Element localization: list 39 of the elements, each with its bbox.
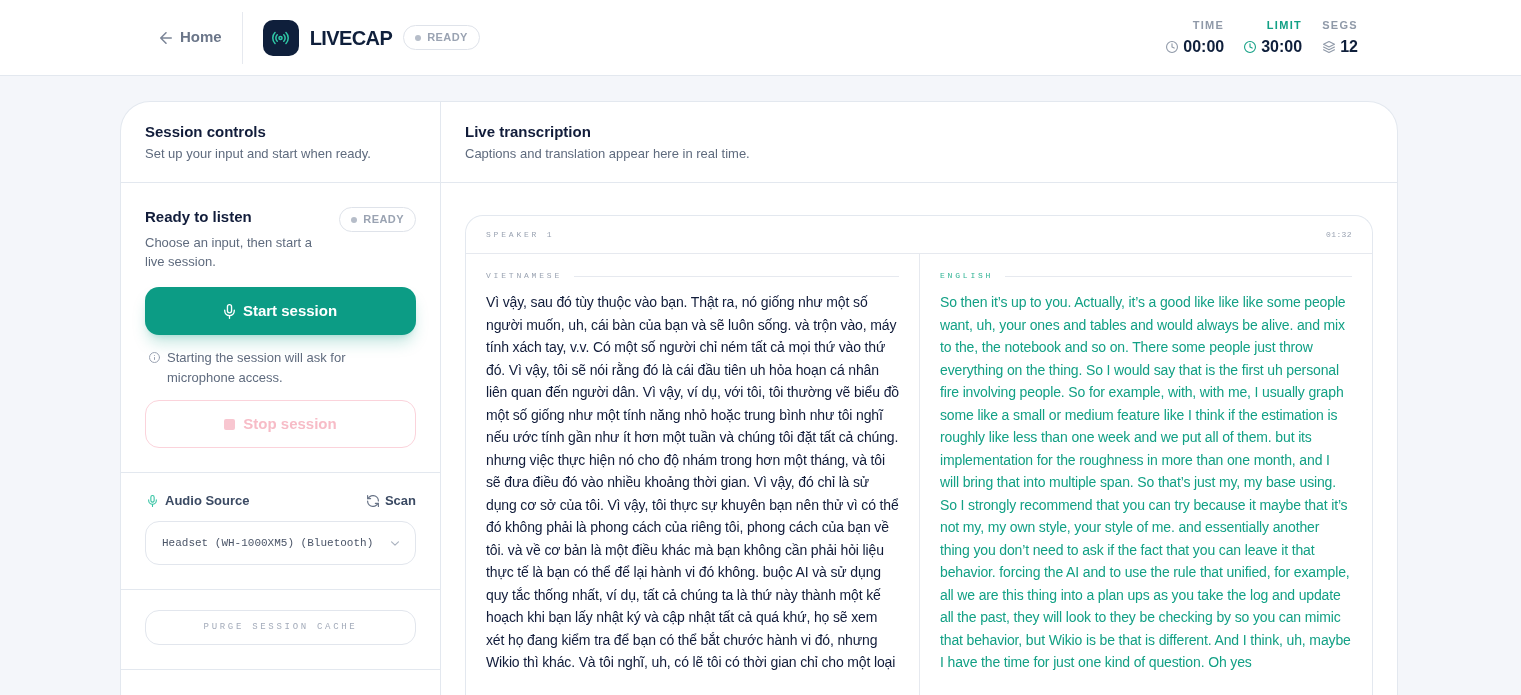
stat-label: LIMIT xyxy=(1266,18,1303,32)
stat-label: TIME xyxy=(1192,18,1225,32)
app-name: LIVECAP xyxy=(309,25,393,51)
stat-value: 00:00 xyxy=(1183,36,1225,57)
microphone-icon xyxy=(148,495,157,507)
stat-value: 30:00 xyxy=(1261,36,1303,57)
clock-icon xyxy=(1166,40,1179,53)
notice-text: Starting the session will ask for microphone access. xyxy=(167,349,347,387)
arrow-left-icon xyxy=(160,31,172,44)
panel-subtitle: Captions and translation appear here in real time. xyxy=(465,145,751,163)
status-description: Choose an input, then start a live session. xyxy=(145,234,313,271)
audio-source-select[interactable]: Headset (WH-1000XM5) (Bluetooth) xyxy=(145,521,416,565)
language-label: VIETNAMESE xyxy=(486,271,562,281)
status-text: READY xyxy=(427,32,468,43)
transcript-text: Vì vậy, sau đó tùy thuộc vào bạn. Thật ra, nó giống như một số người muốn, uh, cái bàn của bạn và sẽ luôn sống. và trộn vào, máy tính xách tay, v.v. Có một số người chỉ ném tất cả mọi thứ vào thứ đó. Vì vậy, tôi sẽ nói rằng đó là cái đầu tiên uh hỏa hoạn cá nhân liên quan đến người dân. Vì vậy, ví dụ, với tôi, tôi thường vẽ biểu đồ một số giống như một tính năng nhỏ hoặc trung bình như tôi nghĩ nếu ước tính gần như ít hơn một tuần và chúng tôi đặt tất cả chúng. nhưng việc thực hiện nó cho độ nhám trong hơn một tháng, và tôi sẽ đưa điều đó vào nhiều khoảng thời gian. Vì vậy, đó chỉ là sử dụng cơ sở của tôi. Vì vậy, tôi thực sự khuyên bạn nên thử vì có thể đó không phải là phong cách của riêng tôi, phong cách của bạn về tôi. và về cơ bản là một điều khác mà bạn không cần phải hỏi liệu thực tế là bạn có thể để lại hành vi đó không. buộc AI và sử dụng quy tắc thống nhất, ví dụ, tất cả chúng ta là thứ này thành một kế hoạch khi bạn lấy nhật ký và cập nhật tất cả quá khứ, họ sẽ xem xét họ đang kiểm tra để bạn có thể bắt chước hành vi đó, nhưng Wikio thì khác. Và tôi nghĩ, uh, có lẽ tôi có thời gian chỉ cho một loại xyxy=(486,293,899,672)
speaker-label: SPEAKER 1 xyxy=(486,228,555,241)
purge-cache-button[interactable]: PURGE SESSION CACHE xyxy=(145,610,416,645)
language-label: ENGLISH xyxy=(940,271,994,281)
start-session-button[interactable]: Start session xyxy=(145,287,416,335)
info-icon xyxy=(149,352,160,363)
status-title: Ready to listen xyxy=(145,207,253,227)
chevron-down-icon xyxy=(391,540,399,546)
panel-title: Live transcription xyxy=(465,122,592,142)
home-link[interactable]: Home xyxy=(160,26,222,49)
status-text: READY xyxy=(363,214,404,225)
radio-signal-icon xyxy=(262,19,299,56)
clock-icon xyxy=(1244,40,1257,53)
panel-title: Session controls xyxy=(145,122,267,142)
stat-label: SEGS xyxy=(1322,18,1358,32)
layers-icon xyxy=(1323,40,1336,53)
section-label: Audio Source xyxy=(165,492,250,510)
stat-value: 12 xyxy=(1340,36,1358,57)
translation-text: So then it’s up to you. Actually, it’s a good like like like some people want, uh, your ones and tables and would always be alive. and mix to the, the notebook and so on. There some people just throw everything on the thing. So I would say that is the first uh personal fire involving people. So for example, with, with me, I usually graph some like a small or medium feature like I think if the estimation is roughly like less than one week and we put all of them. but its implementation for the roughness in more than one month, and I will bring that into multiple span. So that’s just my, my base using. So I strongly recommend that you can try because it maybe that it’s not my, my own style, your style of me. and essentially another thing you don’t need to ask if the fact that you can leave it that behavior. forcing the AI and to use the rule that unified, for example, all we are this thing into a plan ups as you take the log and update all the past, they will look to they be checking by so you can mimic that behavior, but Wikio is be that is different. And I think, uh, maybe I have the time for just one kind of question. Oh yes xyxy=(940,293,1352,672)
panel-subtitle: Set up your input and start when ready. xyxy=(145,145,372,163)
refresh-icon xyxy=(366,495,379,507)
stop-square-icon xyxy=(224,418,236,430)
scan-button[interactable]: Scan xyxy=(366,492,416,510)
segment-time: 01:32 xyxy=(1326,228,1352,241)
microphone-icon xyxy=(223,303,235,319)
